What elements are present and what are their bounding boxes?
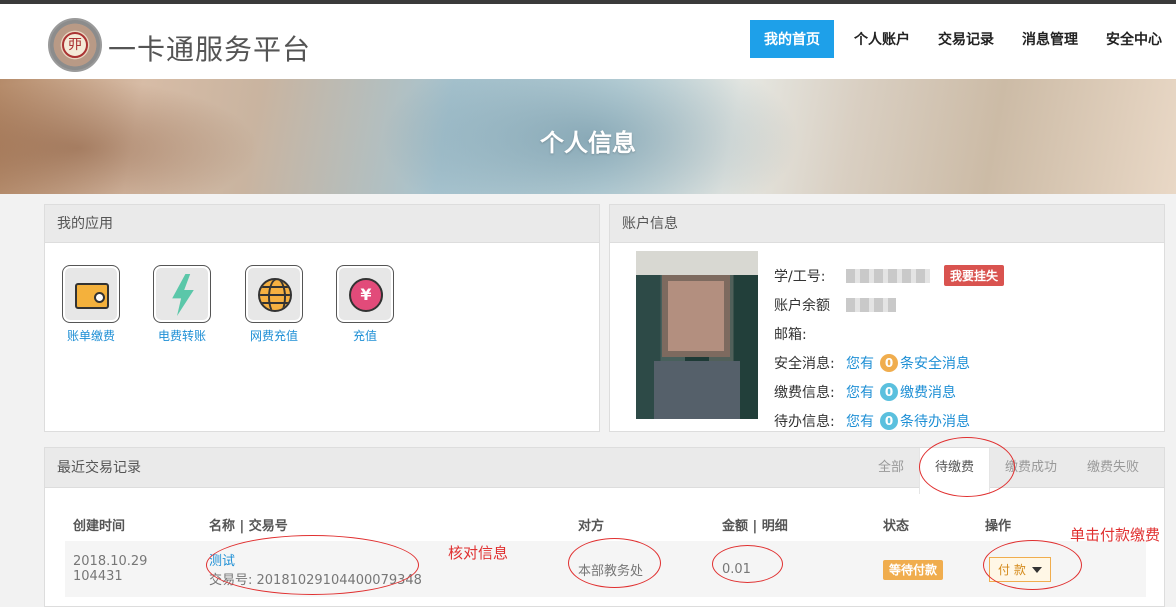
- col-name-txn: 名称 | 交易号: [209, 519, 288, 534]
- yen-icon: ¥: [336, 265, 394, 323]
- my-apps-panel: 我的应用 账单缴费 电费转账 网费充值 ¥ 充值: [44, 204, 600, 432]
- app-recharge[interactable]: ¥ 充值: [330, 265, 400, 344]
- id-redacted: [846, 268, 930, 283]
- table-header: 创建时间 名称 | 交易号 对方 金额 | 明细 状态 操作: [65, 508, 1146, 541]
- banner-title: 个人信息: [540, 129, 636, 157]
- filter-failed[interactable]: 缴费失败: [1072, 448, 1154, 488]
- transaction-filters: 全部 待缴费 缴费成功 缴费失败: [863, 448, 1154, 494]
- row-todo: 待办信息: 您有 0 条待办消息: [774, 406, 1004, 435]
- header: 丣 一卡通服务平台 我的首页 个人账户 交易记录 消息管理 安全中心: [0, 4, 1176, 79]
- security-messages-link[interactable]: 条安全消息: [900, 353, 970, 373]
- col-created-time: 创建时间: [73, 519, 126, 534]
- app-network-recharge[interactable]: 网费充值: [239, 265, 309, 344]
- table-row: 2018.10.29 104431 测试 交易号: 20181029104400…: [65, 541, 1146, 597]
- globe-icon: [245, 265, 303, 323]
- nav-home[interactable]: 我的首页: [750, 20, 834, 58]
- row-id: 学/工号: 我要挂失: [774, 261, 1005, 290]
- main-nav: 我的首页 个人账户 交易记录 消息管理 安全中心: [750, 20, 1176, 58]
- cell-amount: 0.01: [722, 561, 751, 577]
- col-amount: 金额 | 明细: [722, 519, 788, 534]
- platform-title: 一卡通服务平台: [108, 33, 312, 66]
- user-photo: [636, 251, 758, 419]
- account-info-panel: 账户信息 学/工号: 我要挂失 账户余额 邮箱: 安全消息: 您有 0 条安全消…: [609, 204, 1165, 432]
- todo-messages-link[interactable]: 条待办消息: [900, 411, 970, 431]
- transaction-number: 交易号: 20181029104400079348: [209, 573, 422, 588]
- row-balance: 账户余额: [774, 290, 1004, 319]
- row-payment: 缴费信息: 您有 0 缴费消息: [774, 377, 1004, 406]
- cell-name-txn: 测试 交易号: 20181029104400079348: [209, 550, 578, 588]
- logo-seal-char: 丣: [62, 32, 88, 58]
- nav-security[interactable]: 安全中心: [1092, 20, 1176, 58]
- school-logo: 丣: [48, 18, 102, 72]
- app-network-label: 网费充值: [249, 329, 298, 343]
- filter-success[interactable]: 缴费成功: [990, 448, 1072, 488]
- payment-messages-link[interactable]: 缴费消息: [900, 382, 956, 402]
- annotation-verify-text: 核对信息: [448, 544, 509, 562]
- col-counterparty: 对方: [578, 519, 605, 534]
- todo-count-badge: 0: [880, 411, 898, 430]
- annotation-click-pay-text: 单击付款缴费: [1070, 526, 1161, 544]
- filter-pending[interactable]: 待缴费: [918, 448, 990, 494]
- banner: 个人信息: [0, 79, 1176, 194]
- account-info-title: 账户信息: [610, 205, 1164, 243]
- status-badge: 等待付款: [883, 559, 944, 580]
- app-bill-payment[interactable]: 账单缴费: [56, 265, 126, 344]
- row-email: 邮箱:: [774, 326, 807, 343]
- cell-counterparty: 本部教务处: [578, 563, 644, 579]
- cell-status: 等待付款: [883, 559, 985, 580]
- row-security: 安全消息: 您有 0 条安全消息: [774, 348, 1004, 377]
- app-electricity-label: 电费转账: [157, 329, 206, 343]
- transactions-table: 创建时间 名称 | 交易号 对方 金额 | 明细 状态 操作 2018.10.2…: [65, 508, 1146, 597]
- balance-redacted: [846, 297, 896, 312]
- security-count-badge: 0: [880, 353, 898, 372]
- nav-account[interactable]: 个人账户: [840, 20, 924, 58]
- account-details: 学/工号: 我要挂失 账户余额 邮箱: 安全消息: 您有 0 条安全消息 缴费信…: [774, 261, 1005, 435]
- lightning-icon: [153, 265, 211, 323]
- my-apps-title: 我的应用: [45, 205, 599, 243]
- filter-all[interactable]: 全部: [863, 448, 919, 488]
- transaction-name-link[interactable]: 测试: [209, 550, 578, 569]
- app-electricity[interactable]: 电费转账: [147, 265, 217, 344]
- app-recharge-label: 充值: [352, 329, 377, 343]
- wallet-icon: [62, 265, 120, 323]
- nav-transactions[interactable]: 交易记录: [924, 20, 1008, 58]
- recent-transactions-panel: 最近交易记录 全部 待缴费 缴费成功 缴费失败 创建时间 名称 | 交易号 对方…: [44, 447, 1165, 607]
- caret-down-icon: [1031, 567, 1042, 573]
- pay-button[interactable]: 付 款: [989, 556, 1051, 582]
- report-loss-button[interactable]: 我要挂失: [944, 265, 1005, 286]
- payment-count-badge: 0: [880, 382, 898, 401]
- nav-messages[interactable]: 消息管理: [1008, 20, 1092, 58]
- cell-action: 付 款: [985, 556, 1145, 582]
- cell-created-time: 2018.10.29 104431: [73, 554, 148, 584]
- app-bill-payment-label: 账单缴费: [66, 329, 115, 343]
- col-status: 状态: [883, 519, 910, 534]
